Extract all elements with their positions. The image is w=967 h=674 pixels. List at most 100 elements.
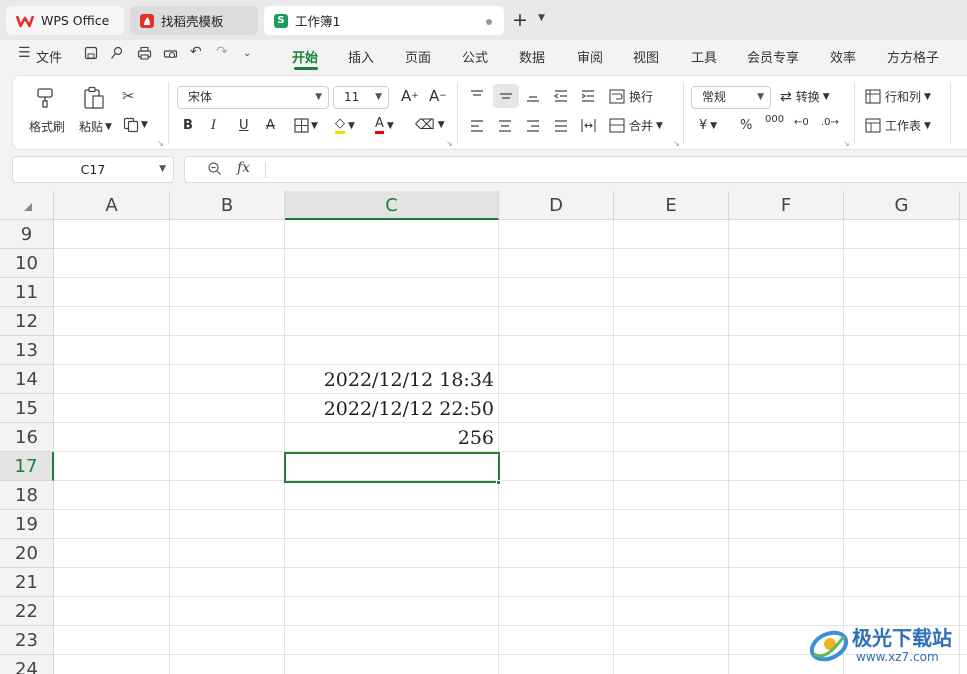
row-header-18[interactable]: 18 [0,481,54,510]
fill-handle[interactable] [496,480,501,485]
increase-font-size-icon[interactable]: A + [401,87,419,105]
dialog-launcher-icon[interactable]: ↘ [157,139,164,148]
decrease-indent-icon[interactable] [553,89,569,103]
quick-access-more-icon[interactable]: ⌄ [243,48,251,59]
font-color-button[interactable]: A ▼ [375,117,394,134]
clear-format-button[interactable]: ⌫ ▼ [415,117,445,133]
row-header-24[interactable]: 24 [0,655,54,674]
increase-decimal-icon[interactable]: ←0 [794,117,809,128]
column-header-f[interactable]: F [729,191,844,220]
row-header-19[interactable]: 19 [0,510,54,539]
undo-icon[interactable]: ↶ [190,44,202,60]
tab-member[interactable]: 会员专享 [747,47,799,66]
spreadsheet-grid[interactable]: A B C D E F G 9 10 11 12 13 14 15 16 17 … [0,191,967,674]
tab-wps-office[interactable]: WPS Office [6,6,124,35]
row-header-11[interactable]: 11 [0,278,54,307]
increase-indent-icon[interactable] [580,89,596,103]
convert-button[interactable]: ⇄ 转换 ▼ [780,88,830,105]
align-middle-icon[interactable] [493,84,519,108]
cut-icon[interactable]: ✂ [122,88,135,104]
save-icon[interactable] [84,46,98,64]
borders-button[interactable]: ▼ [294,118,318,133]
new-tab-button[interactable]: + [512,10,528,30]
cell-c15[interactable]: 2022/12/12 22:50 [286,398,494,420]
share-icon[interactable] [110,46,124,64]
align-left-icon[interactable] [469,119,485,133]
paste-button[interactable]: 粘贴 ▼ [79,118,112,135]
tab-workbook1[interactable]: S 工作簿1 [264,6,504,35]
align-center-icon[interactable] [497,119,513,133]
format-painter-button[interactable]: 格式刷 [29,118,65,135]
currency-button[interactable]: ¥ ▼ [699,118,717,133]
cell-c14[interactable]: 2022/12/12 18:34 [286,369,494,391]
row-header-20[interactable]: 20 [0,539,54,568]
justify-icon[interactable] [553,119,569,133]
rows-and-columns-button[interactable]: 行和列 ▼ [865,88,931,105]
tab-fangfang-grid[interactable]: 方方格子 [887,47,939,66]
strikethrough-icon[interactable]: A [266,118,275,133]
cell-c16[interactable]: 256 [286,427,494,449]
file-menu[interactable]: 文件 [36,47,62,66]
dialog-launcher-icon[interactable]: ↘ [673,139,680,148]
row-header-22[interactable]: 22 [0,597,54,626]
thousands-separator-icon[interactable]: 000 [765,115,784,125]
row-header-21[interactable]: 21 [0,568,54,597]
chevron-down-icon[interactable]: ▼ [538,13,545,23]
fill-color-button[interactable]: ◇ ▼ [335,117,355,134]
font-name-select[interactable]: 宋体 ▼ [177,86,329,109]
tab-efficiency[interactable]: 效率 [830,47,856,66]
align-bottom-icon[interactable] [525,89,541,103]
italic-icon[interactable]: I [211,118,216,133]
tab-insert[interactable]: 插入 [348,47,374,66]
tab-data[interactable]: 数据 [519,47,545,66]
row-header-14[interactable]: 14 [0,365,54,394]
column-header-d[interactable]: D [499,191,614,220]
hamburger-menu-icon[interactable]: ☰ [18,45,31,61]
percent-icon[interactable]: % [740,118,752,133]
redo-icon[interactable]: ↷ [216,44,228,60]
format-painter-icon[interactable] [35,86,57,108]
tab-page[interactable]: 页面 [405,47,431,66]
row-header-17[interactable]: 17 [0,452,54,481]
row-header-15[interactable]: 15 [0,394,54,423]
select-all-corner[interactable] [0,191,54,220]
fx-icon[interactable]: fx [237,160,250,176]
formula-input[interactable]: fx [184,156,967,183]
tab-review[interactable]: 审阅 [577,47,603,66]
row-header-23[interactable]: 23 [0,626,54,655]
wrap-text-button[interactable]: 换行 [609,88,653,105]
column-header-g[interactable]: G [844,191,960,220]
tab-close-dot-icon[interactable] [486,19,492,25]
dialog-launcher-icon[interactable]: ↘ [843,139,850,148]
dialog-launcher-icon[interactable]: ↘ [446,139,453,148]
column-header-a[interactable]: A [54,191,170,220]
name-box[interactable]: C17 ▼ [12,156,174,183]
tab-docer-templates[interactable]: 找稻壳模板 [130,6,258,35]
row-header-9[interactable]: 9 [0,220,54,249]
distributed-align-icon[interactable] [580,118,597,133]
decrease-decimal-icon[interactable]: .0→ [821,117,839,128]
tab-home[interactable]: 开始 [292,47,318,66]
column-header-b[interactable]: B [170,191,285,220]
column-header-e[interactable]: E [614,191,729,220]
align-right-icon[interactable] [525,119,541,133]
copy-button[interactable]: ▼ [123,117,148,133]
bold-icon[interactable]: B [183,118,193,133]
print-preview-icon[interactable] [163,46,178,64]
underline-icon[interactable]: U [239,118,249,133]
tab-formula[interactable]: 公式 [462,47,488,66]
zoom-icon[interactable] [207,161,222,179]
worksheet-button[interactable]: 工作表 ▼ [865,117,931,134]
number-format-select[interactable]: 常规 ▼ [691,86,771,109]
tab-tools[interactable]: 工具 [691,47,717,66]
active-cell-c17[interactable] [284,452,500,483]
decrease-font-size-icon[interactable]: A − [429,87,447,105]
paste-icon[interactable] [83,86,105,110]
align-top-icon[interactable] [469,89,485,103]
row-header-12[interactable]: 12 [0,307,54,336]
merge-cells-button[interactable]: 合并 ▼ [609,117,663,134]
tab-view[interactable]: 视图 [633,47,659,66]
print-icon[interactable] [137,46,152,64]
column-header-c[interactable]: C [285,191,499,220]
row-header-13[interactable]: 13 [0,336,54,365]
